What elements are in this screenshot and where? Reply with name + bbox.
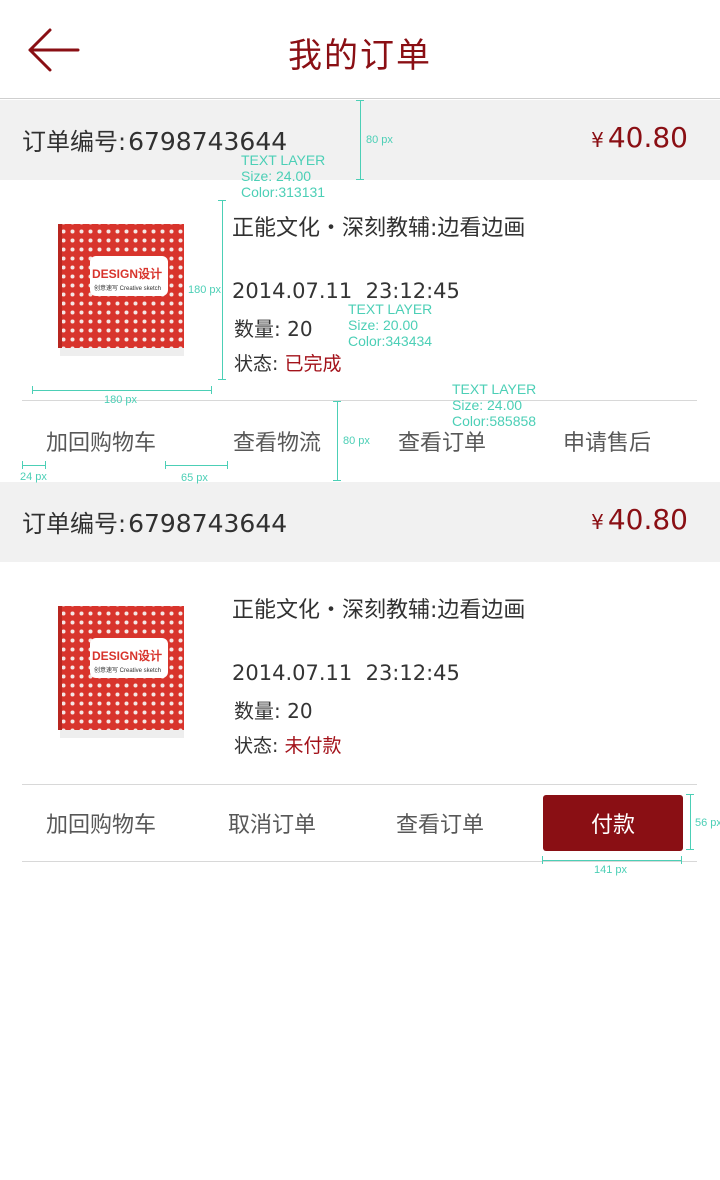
spec-guide-tick — [211, 386, 212, 394]
spec-text-layer-title: TEXT LAYER Size: 24.00 Color:313131 — [241, 152, 326, 200]
add-to-cart-button[interactable]: 加回购物车 — [46, 807, 156, 839]
product-row[interactable]: DESIGN设计 创意速写 Creative sketch 正能文化・深刻教辅:… — [0, 180, 720, 400]
spec-guide-line — [337, 401, 338, 481]
top-bar: 我的订单 — [0, 0, 720, 99]
spec-guide-line — [22, 465, 46, 466]
cover-title: DESIGN设计 — [92, 266, 162, 281]
quantity-label: 数量: — [234, 317, 281, 341]
cover-subtitle: 创意速写 Creative sketch — [94, 666, 161, 674]
spec-label-left-margin: 24 px — [20, 471, 47, 483]
cover-subtitle: 创意速写 Creative sketch — [94, 284, 161, 292]
add-to-cart-button[interactable]: 加回购物车 — [46, 425, 156, 457]
spec-guide-line — [542, 860, 682, 861]
cancel-order-button[interactable]: 取消订单 — [228, 807, 316, 839]
spec-guide-tick — [22, 461, 23, 469]
product-cover-image[interactable]: DESIGN设计 创意速写 Creative sketch — [32, 200, 212, 380]
spec-guide-tick — [227, 461, 228, 469]
quantity-value: 20 — [287, 699, 313, 723]
spec-text-layer-actions: TEXT LAYER Size: 24.00 Color:585858 — [452, 381, 537, 429]
order-number-label: 订单编号: — [22, 510, 127, 538]
order-status: 状态: 已完成 — [234, 349, 341, 376]
status-label: 状态: — [234, 735, 279, 757]
spec-guide-tick — [333, 480, 341, 481]
order-card: 订单编号:6798743644 ¥40.80 DESIGN设计 创意速写 Cre… — [0, 482, 720, 862]
order-datetime: 2014.07.11 23:12:45 — [232, 279, 460, 303]
price-value: 40.80 — [607, 121, 688, 154]
page-title: 我的订单 — [288, 36, 432, 76]
currency-symbol: ¥ — [591, 128, 604, 152]
view-order-button[interactable]: 查看订单 — [396, 807, 484, 839]
spec-label-image-width: 180 px — [104, 394, 138, 406]
spec-guide-tick — [542, 856, 543, 864]
product-quantity: 数量: 20 — [234, 313, 313, 342]
view-order-button[interactable]: 查看订单 — [398, 425, 486, 457]
product-title[interactable]: 正能文化・深刻教辅:边看边画 — [232, 596, 532, 625]
product-title[interactable]: 正能文化・深刻教辅:边看边画 — [232, 214, 532, 243]
spec-guide-tick — [686, 849, 694, 850]
spec-guide-tick — [32, 386, 33, 394]
order-number-label: 订单编号: — [22, 128, 127, 156]
cover-title: DESIGN设计 — [92, 648, 162, 663]
spec-label-button-width: 141 px — [594, 864, 628, 876]
product-quantity: 数量: 20 — [234, 695, 313, 724]
status-value: 未付款 — [284, 735, 342, 757]
quantity-value: 20 — [287, 317, 313, 341]
spec-guide-line — [690, 794, 691, 850]
spec-guide-line — [165, 465, 228, 466]
spec-guide-tick — [356, 179, 364, 180]
order-price: ¥40.80 — [591, 121, 688, 154]
order-price: ¥40.80 — [591, 503, 688, 536]
quantity-label: 数量: — [234, 699, 281, 723]
after-sales-button[interactable]: 申请售后 — [563, 425, 651, 457]
spec-label-button-height: 56 px — [695, 817, 720, 829]
order-datetime: 2014.07.11 23:12:45 — [232, 661, 460, 685]
currency-symbol: ¥ — [591, 510, 604, 534]
price-value: 40.80 — [607, 503, 688, 536]
view-logistics-button[interactable]: 查看物流 — [233, 425, 321, 457]
order-header: 订单编号:6798743644 ¥40.80 — [0, 482, 720, 562]
spec-label-image-height: 180 px — [188, 284, 222, 296]
status-label: 状态: — [234, 353, 279, 375]
pay-button[interactable]: 付款 — [543, 795, 683, 851]
spec-guide-tick — [165, 461, 166, 469]
spec-guide-tick — [45, 461, 46, 469]
order-actions: 加回购物车 取消订单 查看订单 付款 — [0, 783, 720, 863]
spec-guide-tick — [681, 856, 682, 864]
spec-label-header-height: 80 px — [366, 134, 393, 146]
status-value: 已完成 — [284, 353, 342, 375]
order-number-value: 6798743644 — [128, 509, 288, 538]
order-number: 订单编号:6798743644 — [22, 504, 287, 539]
spec-guide-line — [32, 390, 212, 391]
order-status: 状态: 未付款 — [234, 731, 341, 758]
spec-guide-tick — [356, 100, 364, 101]
spec-text-layer-qty: TEXT LAYER Size: 20.00 Color:343434 — [348, 301, 433, 349]
spec-guide-line — [222, 200, 223, 380]
spec-label-action-gap: 65 px — [181, 472, 208, 484]
spec-guide-tick — [218, 200, 226, 201]
product-row[interactable]: DESIGN设计 创意速写 Creative sketch 正能文化・深刻教辅:… — [0, 562, 720, 782]
spec-label-action-height: 80 px — [343, 435, 370, 447]
spec-guide-tick — [333, 401, 341, 402]
spec-guide-tick — [218, 379, 226, 380]
spec-guide-tick — [686, 794, 694, 795]
spec-guide-line — [360, 100, 361, 180]
product-cover-image[interactable]: DESIGN设计 创意速写 Creative sketch — [32, 582, 212, 762]
